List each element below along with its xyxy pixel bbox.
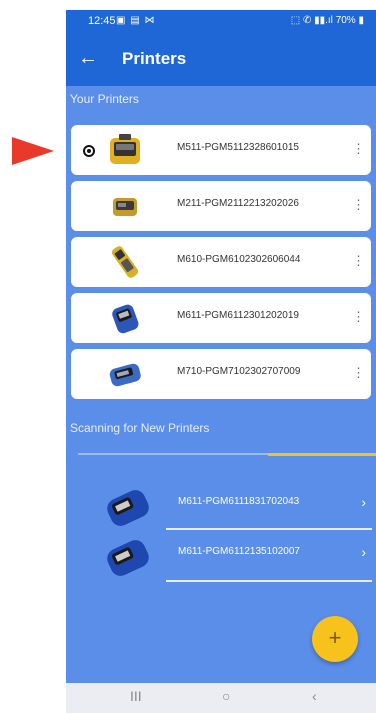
printer-name-label: M511-PGM5112328601015 <box>177 142 299 153</box>
printer-m611-icon <box>107 540 149 576</box>
more-options-icon[interactable]: ⋮ <box>352 310 365 324</box>
printer-card-m610[interactable]: M610-PGM6102302606044 ⋮ <box>71 237 371 287</box>
scanning-heading: Scanning for New Printers <box>70 421 210 435</box>
printer-card-m511[interactable]: M511-PGM5112328601015 ⋮ <box>71 125 371 175</box>
battery-level: 70% <box>335 15 356 26</box>
red-arrow-marker <box>12 137 54 165</box>
more-options-icon[interactable]: ⋮ <box>352 142 365 156</box>
scan-progress-indicator <box>268 453 376 456</box>
your-printers-heading: Your Printers <box>70 92 139 106</box>
chevron-right-icon[interactable]: › <box>361 544 366 560</box>
app-bar: ← Printers <box>66 34 376 86</box>
chevron-right-icon[interactable]: › <box>361 494 366 510</box>
system-back-button[interactable]: ‹ <box>312 688 317 704</box>
printer-card-m611[interactable]: M611-PGM6112301202019 ⋮ <box>71 293 371 343</box>
printer-name-label: M211-PGM2112213202026 <box>177 198 299 209</box>
selected-radio-icon[interactable] <box>83 145 95 157</box>
divider <box>166 580 372 582</box>
battery-icon: ▮ <box>358 15 364 26</box>
status-right-icons: ⬚ ✆ ▮▮.ıl 70% ▮ <box>291 15 364 26</box>
discovered-printer-name: M611-PGM6111831702043 <box>178 496 300 507</box>
printer-m611-icon <box>112 304 139 334</box>
status-bar: 12:45 ▣ ▤ ⋈ ⬚ ✆ ▮▮.ıl 70% ▮ <box>66 10 376 34</box>
status-time: 12:45 <box>88 15 116 27</box>
notification-icons: ▣ ▤ ⋈ <box>116 15 156 26</box>
printer-card-m211[interactable]: M211-PGM2112213202026 ⋮ <box>71 181 371 231</box>
divider <box>166 528 372 530</box>
printer-m710-icon <box>109 363 141 387</box>
signal-icons: ⬚ ✆ ▮▮.ıl <box>290 15 333 26</box>
more-options-icon[interactable]: ⋮ <box>352 254 365 268</box>
printer-name-label: M710-PGM7102302707009 <box>177 366 301 377</box>
more-options-icon[interactable]: ⋮ <box>352 366 365 380</box>
printer-m611-icon <box>107 490 149 526</box>
discovered-printer-row[interactable]: M611-PGM6112135102007 › <box>66 534 376 582</box>
more-options-icon[interactable]: ⋮ <box>352 198 365 212</box>
discovered-printer-row[interactable]: M611-PGM6111831702043 › <box>66 484 376 532</box>
printer-card-m710[interactable]: M710-PGM7102302707009 ⋮ <box>71 349 371 399</box>
add-printer-button[interactable]: + <box>312 616 358 662</box>
printer-name-label: M610-PGM6102302606044 <box>177 254 301 265</box>
system-nav-bar: III ○ ‹ <box>66 683 376 713</box>
printer-m511-icon <box>110 134 140 164</box>
home-button[interactable]: ○ <box>222 688 230 704</box>
back-arrow-icon[interactable]: ← <box>78 47 98 69</box>
recents-button[interactable]: III <box>130 688 142 704</box>
phone-screen: 12:45 ▣ ▤ ⋈ ⬚ ✆ ▮▮.ıl 70% ▮ ← Printers Y… <box>66 10 376 713</box>
printer-m610-icon <box>111 246 139 278</box>
discovered-printer-name: M611-PGM6112135102007 <box>178 546 300 557</box>
printer-m211-icon <box>113 198 137 216</box>
page-title: Printers <box>122 49 187 68</box>
printer-name-label: M611-PGM6112301202019 <box>177 310 299 321</box>
